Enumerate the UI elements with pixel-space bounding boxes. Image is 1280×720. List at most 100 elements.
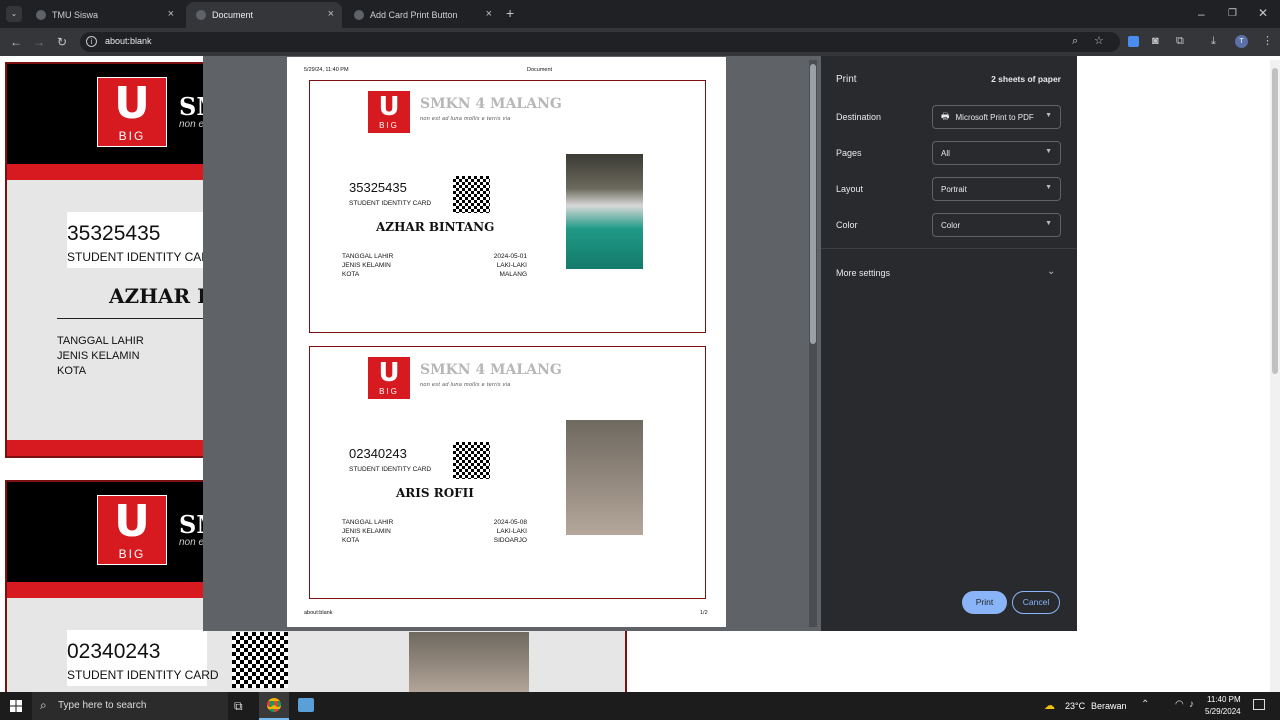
chrome-icon (267, 698, 281, 712)
maximize-button[interactable]: ❐ (1228, 7, 1237, 21)
menu-kebab-icon[interactable]: ⋮ (1262, 34, 1273, 48)
tray-chevron-icon[interactable]: ⌃ (1141, 699, 1149, 710)
student-photo (409, 632, 529, 694)
logo-letter: U (114, 78, 150, 129)
tab-favicon-icon (36, 10, 46, 20)
logo-letter: U (378, 358, 400, 388)
gender-label: JENIS KELAMIN (57, 350, 140, 362)
gender-value: LAKI-LAKI (496, 528, 527, 535)
pages-label: Pages (836, 148, 862, 158)
card-id: 02340243 (349, 446, 407, 461)
reload-button[interactable]: ↻ (57, 35, 67, 49)
card-type-label: STUDENT IDENTITY CARD (67, 668, 219, 682)
card-id: 35325435 (349, 180, 407, 195)
sheet-count: 2 sheets of paper (991, 74, 1061, 84)
motto-partial: non e (179, 119, 205, 130)
color-value: Color (941, 220, 961, 230)
pages-value: All (941, 148, 950, 158)
pages-select[interactable]: All ▼ (932, 141, 1061, 165)
chevron-down-icon: ▼ (1045, 148, 1052, 155)
school-motto: non est ad luna mollis e terris via (420, 382, 511, 388)
student-name-partial: AZHAR B (109, 284, 215, 308)
tab-label: Add Card Print Button (370, 10, 458, 20)
layout-label: Layout (836, 184, 864, 194)
chevron-down-icon: ▼ (1045, 220, 1052, 227)
forward-button[interactable]: → (33, 35, 45, 49)
layout-select[interactable]: Portrait ▼ (932, 177, 1061, 201)
logo-sub: BIG (379, 121, 399, 130)
download-icon[interactable]: ⤓ (1211, 34, 1216, 48)
tab-close-icon[interactable]: × (486, 9, 492, 20)
zoom-icon[interactable]: ⌕ (1072, 34, 1078, 48)
volume-icon[interactable]: ♪ (1189, 699, 1194, 710)
print-dialog: Print 2 sheets of paper Destination 🖶 Mi… (821, 56, 1077, 631)
clock-date[interactable]: 5/29/2024 (1205, 707, 1241, 716)
minimize-button[interactable]: – (1198, 7, 1205, 21)
tab-strip: ⌄ TMU Siswa × Document × Add Card Print … (0, 0, 1280, 28)
puzzle-icon[interactable]: ⧉ (1176, 34, 1184, 48)
dob-label: TANGGAL LAHIR (57, 335, 144, 347)
close-window-button[interactable]: ✕ (1258, 6, 1268, 20)
chrome-taskbar-icon[interactable] (259, 692, 289, 720)
card-type-label: STUDENT IDENTITY CARD (349, 200, 432, 207)
destination-select[interactable]: 🖶 Microsoft Print to PDF ▼ (932, 105, 1061, 129)
tab-document[interactable]: Document × (186, 2, 342, 28)
camera-icon[interactable]: ◙ (1152, 34, 1159, 48)
weather-icon: ☁ (1044, 700, 1055, 712)
city-value: MALANG (499, 271, 527, 278)
app-taskbar-icon[interactable] (298, 698, 314, 712)
color-select[interactable]: Color ▼ (932, 213, 1061, 237)
network-icon[interactable]: ◠ (1175, 699, 1184, 710)
cancel-button[interactable]: Cancel (1012, 591, 1060, 614)
clock-time[interactable]: 11:40 PM (1207, 695, 1241, 704)
student-photo (566, 154, 643, 269)
student-photo (566, 420, 643, 535)
printer-icon: 🖶 (941, 111, 950, 121)
school-logo: U BIG (367, 90, 411, 134)
info-icon[interactable]: i (86, 36, 97, 47)
tab-label: Document (212, 10, 254, 20)
qr-code (453, 176, 490, 213)
tab-add-card[interactable]: Add Card Print Button × (344, 2, 500, 28)
student-name: AZHAR BINTANG (376, 220, 495, 234)
weather-temp: 23°C (1065, 701, 1086, 711)
city-label: KOTA (342, 271, 360, 278)
school-name: SMKN 4 MALANG (420, 362, 562, 378)
tab-close-icon[interactable]: × (328, 9, 334, 20)
bookmark-star-icon[interactable]: ☆ (1094, 34, 1104, 48)
page-header-title: Document (527, 67, 553, 73)
preview-card-1: U BIG SMKN 4 MALANG non est ad luna moll… (309, 80, 706, 333)
taskbar-search-box[interactable]: ⌕ Type here to search (32, 692, 228, 720)
more-settings-toggle[interactable]: More settings ⌄ (821, 256, 1077, 288)
notification-icon[interactable] (1253, 699, 1265, 710)
page-scroll-thumb[interactable] (1272, 68, 1278, 374)
destination-value: Microsoft Print to PDF (955, 112, 1034, 122)
qr-code (453, 442, 490, 479)
extension-icon[interactable] (1128, 36, 1139, 47)
dob-label: TANGGAL LAHIR (342, 519, 394, 526)
school-logo: U BIG (97, 495, 167, 565)
tab-close-icon[interactable]: × (168, 9, 174, 20)
qr-code (232, 632, 288, 688)
gender-label: JENIS KELAMIN (342, 262, 391, 269)
task-view-icon[interactable]: ⧉ (234, 699, 243, 714)
dob-value: 2024-05-01 (493, 253, 527, 260)
city-label: KOTA (342, 537, 360, 544)
preview-page: 5/29/24, 11:40 PM Document U BIG SMKN 4 … (287, 57, 726, 627)
gender-value: LAKI-LAKI (496, 262, 527, 269)
new-tab-button[interactable]: + (506, 6, 514, 20)
color-label: Color (836, 220, 858, 230)
logo-sub: BIG (118, 547, 146, 561)
preview-scroll-thumb[interactable] (810, 64, 816, 344)
tab-tmu-siswa[interactable]: TMU Siswa × (26, 2, 182, 28)
school-logo: U BIG (97, 77, 167, 147)
address-bar[interactable]: i about:blank ⌕ ☆ (80, 32, 1120, 52)
tab-search-button[interactable]: ⌄ (6, 6, 22, 22)
back-button[interactable]: ← (10, 35, 22, 49)
print-button[interactable]: Print (962, 591, 1007, 614)
profile-avatar[interactable]: T (1235, 35, 1248, 48)
destination-label: Destination (836, 112, 882, 122)
chevron-down-icon: ▼ (1045, 184, 1052, 191)
windows-start-icon[interactable] (10, 700, 22, 712)
weather-text: Berawan (1091, 701, 1127, 711)
